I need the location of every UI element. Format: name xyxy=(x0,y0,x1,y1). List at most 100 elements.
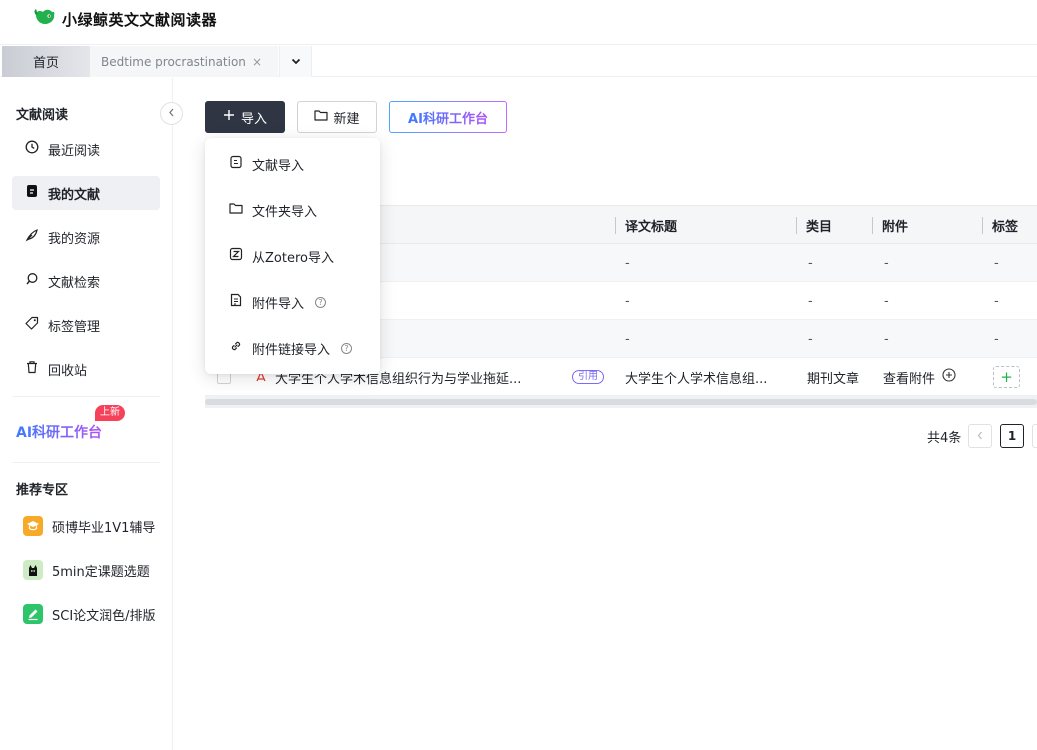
ai-workbench-button-label: AI科研工作台 xyxy=(408,108,488,127)
recommend-item-label: 硕博毕业1V1辅导 xyxy=(52,520,156,536)
sidebar-item-my-resources[interactable]: 我的资源 xyxy=(12,220,160,254)
chevron-left-icon xyxy=(977,429,983,443)
tag-icon xyxy=(25,316,39,334)
file-icon xyxy=(229,155,243,173)
section-title-recommend: 推荐专区 xyxy=(16,483,69,498)
menu-item-import-folder[interactable]: 文件夹导入 xyxy=(205,190,380,230)
menu-item-label: 附件链接导入 xyxy=(252,342,331,358)
recommend-item-sci-polish[interactable]: SCI论文润色/排版 xyxy=(23,602,156,626)
cell-attachment: - xyxy=(884,331,889,347)
column-separator xyxy=(872,217,873,234)
view-attachment-link[interactable]: 查看附件 xyxy=(883,358,956,396)
clock-icon xyxy=(25,140,39,158)
app-logo[interactable]: 小绿鲸英文文献阅读器 xyxy=(34,7,217,31)
pagination-prev-button[interactable] xyxy=(968,424,992,448)
cite-badge[interactable]: 引用 xyxy=(572,358,604,396)
sidebar-item-recent[interactable]: 最近阅读 xyxy=(12,132,160,166)
column-header-tags[interactable]: 标签 xyxy=(992,206,1018,245)
recommend-item-label: 5min定课题选题 xyxy=(52,564,150,580)
search-icon xyxy=(25,272,39,290)
sidebar-item-label: 最近阅读 xyxy=(48,143,101,159)
tab-home[interactable]: 首页 xyxy=(2,46,90,77)
sidebar-item-recycle-bin[interactable]: 回收站 xyxy=(12,352,160,386)
new-button-label: 新建 xyxy=(333,111,360,127)
ai-workbench-button[interactable]: AI科研工作台 xyxy=(389,101,507,133)
whale-logo-icon xyxy=(34,7,56,31)
add-tag-label: + xyxy=(993,366,1020,388)
trash-icon xyxy=(25,360,39,378)
horizontal-scrollbar[interactable] xyxy=(205,396,1037,408)
menu-item-import-attachment-link[interactable]: 附件链接导入 ? xyxy=(205,328,380,368)
tab-bar: 首页 Bedtime procrastination: ... × xyxy=(0,44,1037,77)
sidebar-item-literature-search[interactable]: 文献检索 xyxy=(12,264,160,298)
cell-attachment: - xyxy=(884,293,889,309)
tab-document[interactable]: Bedtime procrastination: ... × xyxy=(90,46,278,77)
menu-item-import-literature[interactable]: 文献导入 xyxy=(205,144,380,184)
menu-item-label: 从Zotero导入 xyxy=(252,250,334,266)
column-separator xyxy=(982,217,983,234)
sidebar-item-my-documents[interactable]: 我的文献 xyxy=(12,176,160,210)
sidebar-item-label: 标签管理 xyxy=(48,319,101,335)
tab-close-icon[interactable]: × xyxy=(252,55,262,69)
column-separator xyxy=(615,217,616,234)
add-tag-button[interactable]: + xyxy=(993,358,1020,396)
cat-logo-icon xyxy=(23,560,43,580)
sidebar-item-label: 我的文献 xyxy=(48,187,101,203)
ai-workbench-button-inner: AI科研工作台 xyxy=(390,102,506,132)
cell-tags: - xyxy=(994,293,999,309)
section-title-reading: 文献阅读 xyxy=(16,108,69,123)
help-icon[interactable]: ? xyxy=(315,296,327,308)
column-separator xyxy=(796,217,797,234)
menu-item-import-zotero[interactable]: 从Zotero导入 xyxy=(205,236,380,276)
document-icon xyxy=(25,184,39,202)
cite-badge-label: 引用 xyxy=(572,370,604,384)
cell-tags: - xyxy=(994,255,999,271)
help-icon[interactable]: ? xyxy=(341,342,353,354)
link-icon xyxy=(229,339,243,357)
import-button-label: 导入 xyxy=(240,111,267,127)
cell-attachment: - xyxy=(884,255,889,271)
plus-icon xyxy=(223,109,235,125)
import-dropdown-menu: 文献导入 文件夹导入 从Zotero导入 附件导入 ? 附件链接导入 ? xyxy=(205,138,380,374)
feather-icon xyxy=(25,228,39,246)
import-button[interactable]: 导入 xyxy=(205,101,285,133)
pagination-page-1[interactable]: 1 xyxy=(1000,424,1024,448)
sidebar-item-tag-management[interactable]: 标签管理 xyxy=(12,308,160,342)
new-button[interactable]: 新建 xyxy=(297,101,377,133)
pagination-total: 共4条 xyxy=(927,431,962,446)
cell-category: - xyxy=(808,331,813,347)
chevron-down-icon xyxy=(291,54,301,69)
menu-item-import-attachment[interactable]: 附件导入 ? xyxy=(205,282,380,322)
menu-item-label: 附件导入 xyxy=(252,296,305,312)
cell-translated-title: 大学生个人学术信息组... xyxy=(625,371,768,387)
chevron-left-icon xyxy=(168,106,175,121)
menu-item-label: 文献导入 xyxy=(252,158,305,174)
column-header-category[interactable]: 类目 xyxy=(806,206,832,245)
sidebar-divider xyxy=(12,396,160,397)
plus-circle-icon[interactable] xyxy=(942,368,956,386)
folder-icon xyxy=(229,202,243,218)
cell-translated-title: - xyxy=(625,255,630,271)
app-header: 小绿鲸英文文献阅读器 xyxy=(0,0,1037,44)
new-badge: 上新 xyxy=(95,405,125,421)
column-header-translated-title[interactable]: 译文标题 xyxy=(625,206,677,245)
sidebar-divider xyxy=(12,462,160,463)
recommend-item-tutoring[interactable]: 硕博毕业1V1辅导 xyxy=(23,514,155,538)
pagination-next-button[interactable] xyxy=(1032,424,1037,448)
menu-item-label: 文件夹导入 xyxy=(252,204,318,220)
tab-list-dropdown[interactable] xyxy=(279,46,312,77)
sidebar-item-label: 回收站 xyxy=(48,363,88,379)
recommend-item-topic-selection[interactable]: 5min定课题选题 xyxy=(23,558,150,582)
cell-category: - xyxy=(808,255,813,271)
sidebar-ai-workbench-link[interactable]: AI科研工作台 xyxy=(16,422,102,442)
zotero-icon xyxy=(229,247,243,265)
cell-category: - xyxy=(808,293,813,309)
cell-translated-title: - xyxy=(625,331,630,347)
scrollbar-thumb[interactable] xyxy=(205,399,1037,405)
sidebar-collapse-button[interactable] xyxy=(160,102,183,125)
recommend-item-label: SCI论文润色/排版 xyxy=(52,608,156,624)
view-attachment-label: 查看附件 xyxy=(883,371,936,387)
cell-category: 期刊文章 xyxy=(807,371,860,387)
sidebar-item-label: 文献检索 xyxy=(48,275,101,291)
column-header-attachment[interactable]: 附件 xyxy=(882,206,908,245)
